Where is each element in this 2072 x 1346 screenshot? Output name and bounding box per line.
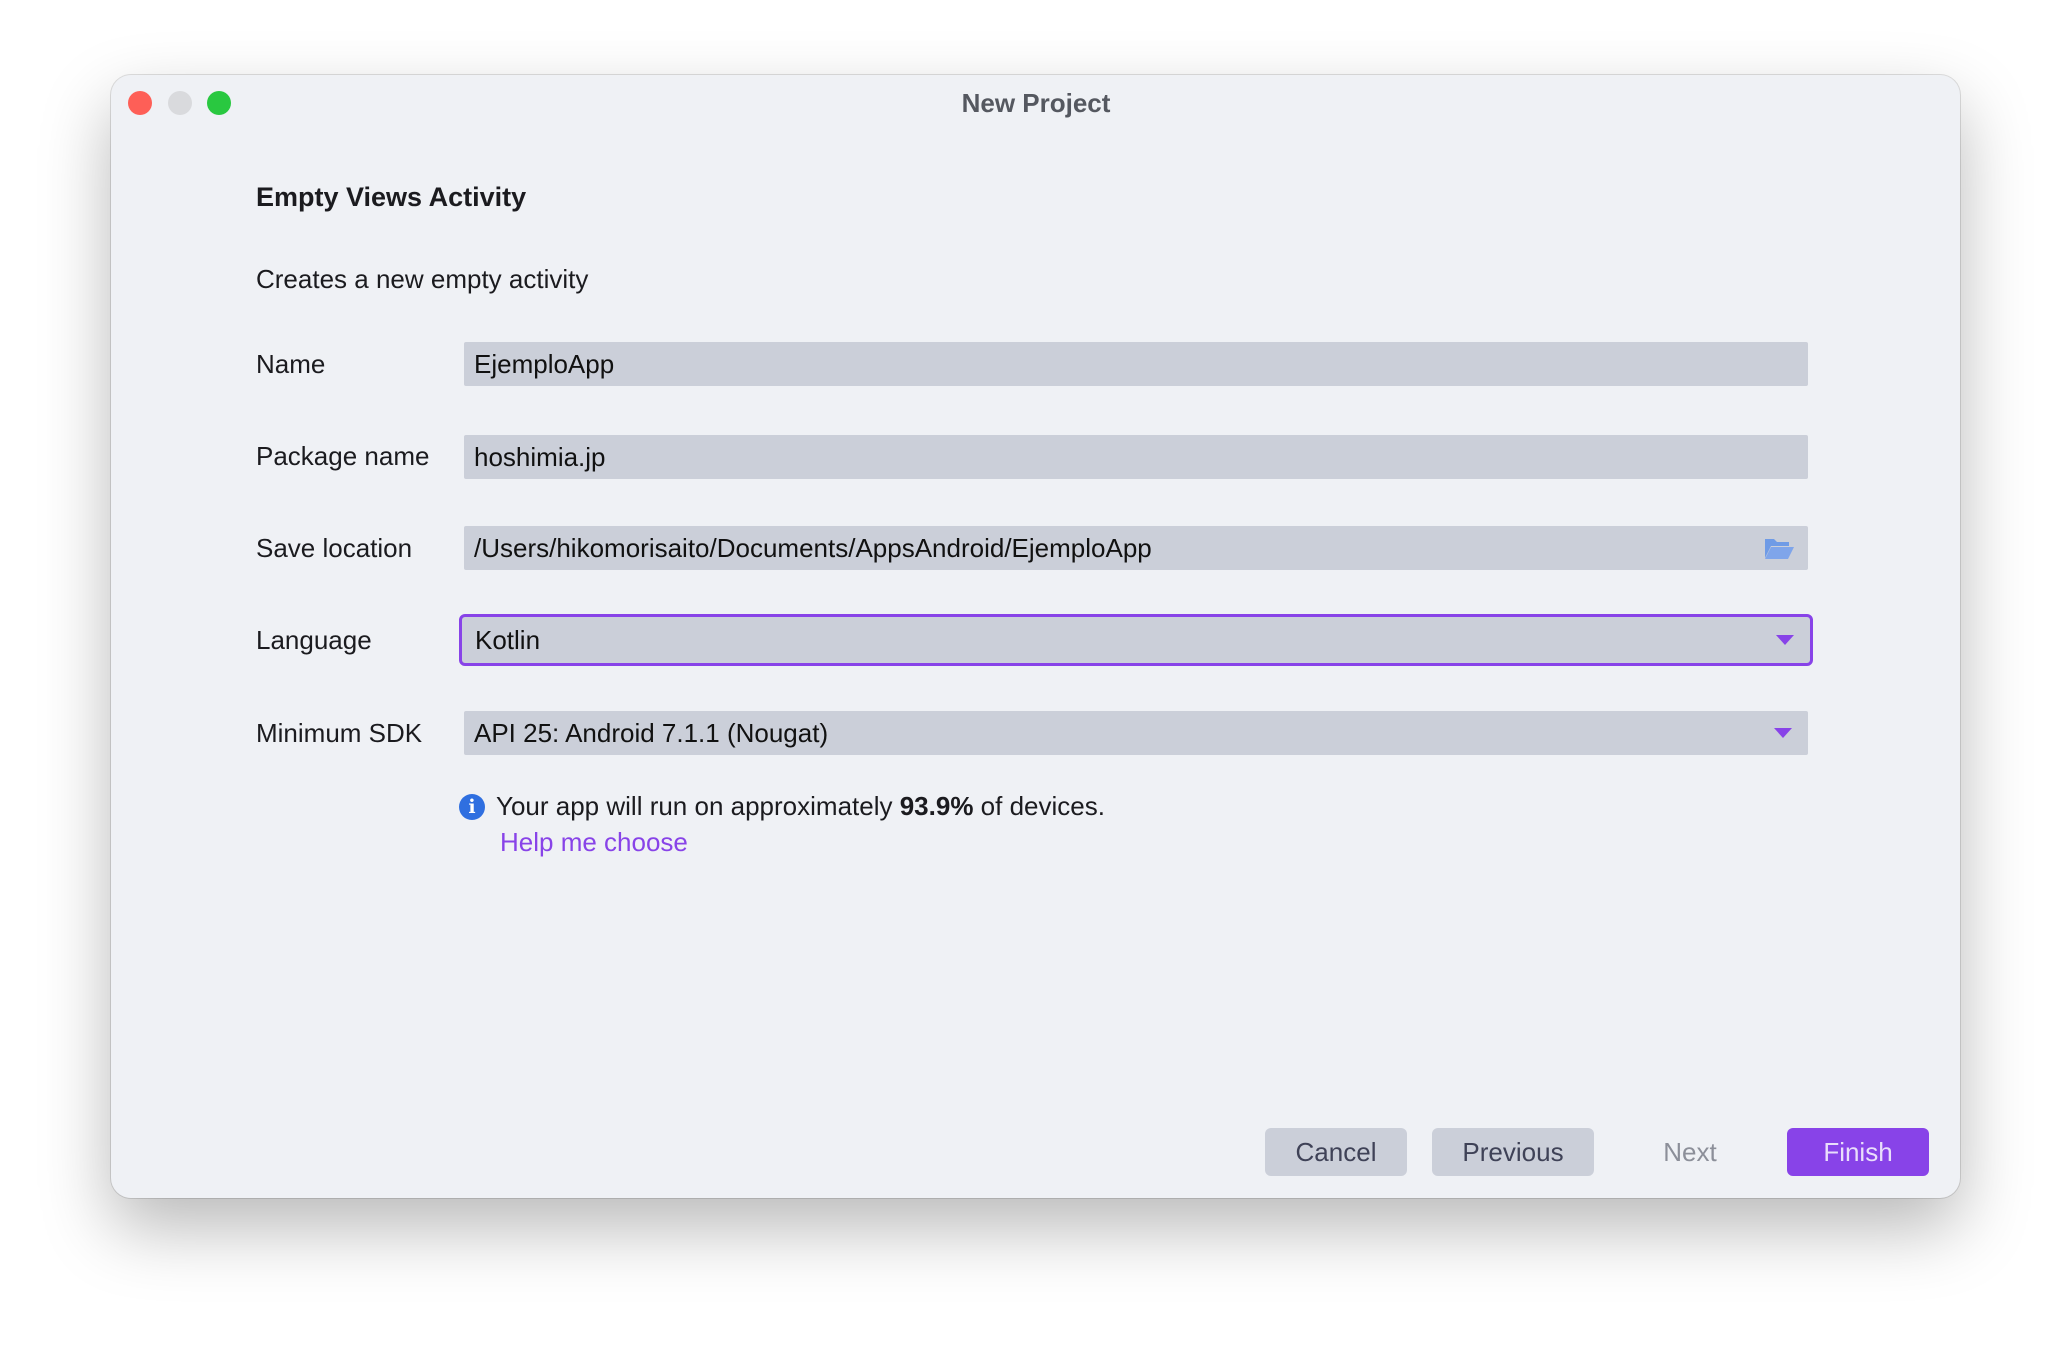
save-location-value: /Users/hikomorisaito/Documents/AppsAndro…: [474, 533, 1152, 563]
help-me-choose-link[interactable]: Help me choose: [500, 827, 688, 858]
name-label: Name: [256, 349, 326, 379]
save-location-label: Save location: [256, 533, 413, 563]
language-dropdown[interactable]: Kotlin: [459, 614, 1813, 666]
chevron-down-icon: [1776, 635, 1794, 645]
minimum-sdk-selected: API 25: Android 7.1.1 (Nougat): [474, 718, 829, 748]
language-selected: Kotlin: [475, 625, 541, 655]
chevron-down-icon: [1774, 728, 1792, 738]
coverage-suffix: of devices.: [973, 791, 1105, 821]
window-title: New Project: [961, 88, 1111, 118]
folder-open-icon[interactable]: [1764, 536, 1794, 560]
language-label: Language: [256, 625, 372, 655]
coverage-percent: 93.9%: [899, 791, 974, 821]
minimum-sdk-dropdown[interactable]: API 25: Android 7.1.1 (Nougat): [464, 711, 1808, 755]
name-input[interactable]: EjemploApp: [464, 342, 1808, 386]
device-coverage-text: Your app will run on approximately 93.9%…: [496, 791, 1105, 822]
template-description: Creates a new empty activity: [256, 264, 589, 294]
package-name-label: Package name: [256, 441, 430, 471]
package-name-input[interactable]: hoshimia.jp: [464, 435, 1808, 479]
info-icon: i: [459, 794, 485, 820]
previous-button[interactable]: Previous: [1432, 1128, 1594, 1176]
minimum-sdk-label: Minimum SDK: [256, 718, 423, 748]
coverage-prefix: Your app will run on approximately: [496, 791, 900, 821]
next-button[interactable]: Next: [1630, 1128, 1750, 1176]
finish-button[interactable]: Finish: [1787, 1128, 1929, 1176]
cancel-button[interactable]: Cancel: [1265, 1128, 1407, 1176]
template-title: Empty Views Activity: [256, 182, 527, 212]
save-location-input[interactable]: /Users/hikomorisaito/Documents/AppsAndro…: [464, 526, 1808, 570]
